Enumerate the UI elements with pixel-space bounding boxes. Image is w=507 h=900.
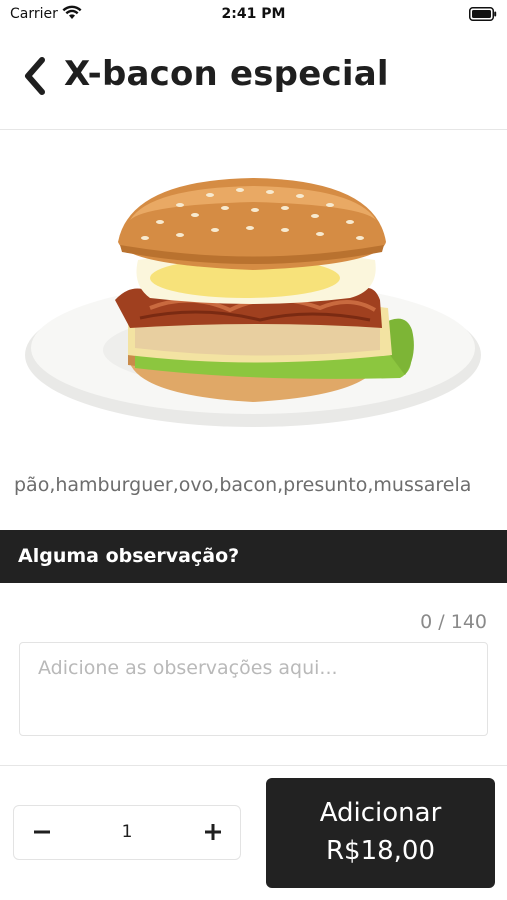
notes-input[interactable] (19, 642, 488, 736)
add-button-label: Adicionar (319, 798, 442, 828)
burger-image (20, 150, 487, 440)
back-button[interactable] (20, 56, 50, 96)
decrease-quantity-button[interactable] (14, 806, 69, 858)
ingredients-text: pão,hamburguer,ovo,bacon,presunto,mussar… (14, 474, 472, 496)
status-bar: Carrier 2:41 PM (0, 0, 507, 30)
footer-divider (0, 765, 507, 766)
increase-quantity-button[interactable] (185, 806, 240, 858)
notes-section-header: Alguma observação? (0, 530, 507, 583)
chevron-left-icon (25, 57, 45, 95)
add-to-cart-button[interactable]: Adicionar R$18,00 (266, 778, 495, 888)
battery-icon (469, 7, 497, 21)
quantity-stepper: 1 (13, 805, 241, 860)
minus-icon (33, 830, 50, 834)
navigation-bar: X-bacon especial (0, 40, 507, 130)
page-title: X-bacon especial (64, 54, 389, 94)
character-counter: 0 / 140 (420, 611, 487, 633)
notes-section-title: Alguma observação? (18, 545, 240, 567)
clock: 2:41 PM (221, 6, 286, 22)
quantity-value: 1 (121, 822, 133, 842)
plus-icon (204, 824, 221, 840)
add-button-price: R$18,00 (325, 836, 436, 866)
